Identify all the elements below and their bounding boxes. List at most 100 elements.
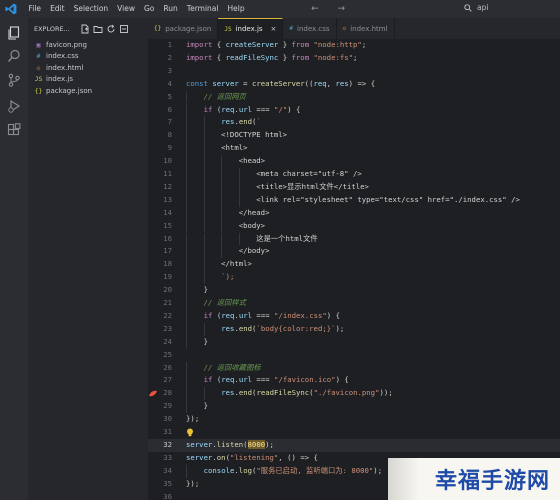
code-line[interactable]: 7 res.end(` [148, 116, 560, 130]
file-name: index.html [46, 63, 84, 72]
command-search[interactable]: api [464, 3, 488, 12]
code-line[interactable]: 13 <link rel="stylesheet" type="text/css… [148, 193, 560, 207]
code-line[interactable]: 24 } [148, 335, 560, 349]
code-text: <link rel="stylesheet" type="text/css" h… [186, 194, 520, 204]
code-line[interactable]: 9 <html> [148, 142, 560, 156]
explorer-header: EXPLORE... [28, 18, 148, 39]
file-item[interactable]: {} package.json [28, 85, 148, 97]
file-item[interactable]: ▣ favicon.png [28, 39, 148, 51]
code-text: }); [186, 478, 200, 488]
line-number: 6 [167, 104, 172, 114]
line-number: 21 [163, 298, 172, 307]
menu-terminal[interactable]: Terminal [182, 0, 223, 18]
code-text: if (req.url === "/") { [203, 104, 301, 114]
code-line[interactable]: 16 这是一个html文件 [148, 232, 560, 246]
code-line[interactable]: 28 res.end(readFileSync("./favicon.png")… [148, 387, 560, 401]
new-folder-icon[interactable] [93, 24, 103, 34]
tab-package-json[interactable]: {} package.json [148, 18, 219, 39]
code-text: console.log("服务已启动, 监听端口为: 8000"); [203, 465, 383, 475]
code-line[interactable]: 27 if (req.url === "/favicon.ico") { [148, 374, 560, 388]
file-name: index.css [46, 52, 79, 61]
code-line[interactable]: 22 if (req.url === "/index.css") { [148, 309, 560, 323]
code-line[interactable]: 4 const server = createServer((req, res) … [148, 78, 560, 91]
line-number: 17 [163, 246, 172, 256]
menu-run[interactable]: Run [159, 0, 182, 18]
tab-index-css[interactable]: # index.css [283, 18, 337, 39]
menu-view[interactable]: View [113, 0, 140, 18]
code-line[interactable]: 1 import { createServer } from "node:http… [148, 39, 560, 52]
code-text: res.end(` [221, 117, 261, 127]
code-line[interactable]: 32 server.listen(8000); [148, 438, 560, 452]
line-number: 15 [163, 220, 172, 230]
line-number: 2 [167, 52, 172, 62]
line-number: 12 [163, 181, 172, 191]
source-control-icon[interactable] [7, 73, 21, 87]
line-number: 27 [163, 375, 172, 385]
lightbulb-icon[interactable] [186, 428, 194, 437]
run-debug-icon[interactable] [7, 99, 21, 113]
menu-go[interactable]: Go [139, 0, 158, 18]
menu-file[interactable]: File [24, 0, 46, 18]
new-file-icon[interactable] [80, 24, 90, 34]
line-number: 35 [163, 478, 172, 488]
line-number: 26 [163, 362, 172, 372]
code-text: <title>显示html文件</title> [186, 181, 369, 191]
code-text: <meta charset="utf-8" /> [186, 169, 362, 178]
code-line[interactable]: 2 import { readFileSync } from "node:fs"; [148, 52, 560, 65]
code-text: </html> [186, 259, 252, 269]
line-number: 16 [163, 233, 172, 243]
code-text: <body> [186, 220, 266, 230]
code-line[interactable]: 29 } [148, 400, 560, 414]
search-icon[interactable] [7, 49, 21, 63]
code-line[interactable]: 3 [148, 65, 560, 78]
tab-label: index.css [297, 24, 330, 33]
code-line[interactable]: 23 res.end(`body{color:red;}`); [148, 322, 560, 336]
file-item[interactable]: # index.css [28, 51, 148, 63]
code-line[interactable]: 17 </body> [148, 245, 560, 259]
line-number: 13 [163, 194, 172, 204]
file-type-icon: {} [34, 86, 43, 95]
tab-index-js[interactable]: JS index.js × [218, 18, 284, 39]
code-text: const server = createServer((req, res) =… [186, 78, 376, 88]
file-name: package.json [46, 86, 93, 95]
code-text: <html> [186, 143, 248, 153]
extensions-icon[interactable] [7, 123, 21, 137]
code-line[interactable]: 31 [148, 426, 560, 439]
code-line[interactable]: 25 [148, 349, 560, 362]
close-tab-icon[interactable]: × [271, 25, 277, 33]
code-line[interactable]: 14 </head> [148, 206, 560, 220]
code-text: res.end(readFileSync("./favicon.png")); [221, 388, 393, 398]
tab-label: index.js [235, 25, 263, 33]
code-line[interactable]: 21 // 返回样式 [148, 297, 560, 310]
code-line[interactable]: 20 } [148, 284, 560, 297]
menu-selection[interactable]: Selection [69, 0, 113, 18]
code-line[interactable]: 19 `); [148, 271, 560, 285]
file-type-icon: JS [224, 25, 232, 33]
code-line[interactable]: 18 </html> [148, 258, 560, 272]
menu-help[interactable]: Help [223, 0, 249, 18]
explorer-icon[interactable] [7, 26, 21, 40]
code-line[interactable]: 6 if (req.url === "/") { [148, 103, 560, 117]
code-line[interactable]: 26 // 返回收藏图标 [148, 361, 560, 375]
code-line[interactable]: 30}); [148, 413, 560, 426]
code-line[interactable]: 15 <body> [148, 219, 560, 233]
file-item[interactable]: JS index.js [28, 74, 148, 86]
code-editor[interactable]: 1 import { createServer } from "node:http… [148, 39, 560, 500]
code-line[interactable]: 11 <meta charset="utf-8" /> [148, 168, 560, 181]
file-item[interactable]: ◇ index.html [28, 62, 148, 74]
code-line[interactable]: 10 <head> [148, 155, 560, 168]
breakpoint-icon[interactable] [148, 389, 158, 399]
nav-arrows[interactable]: ← → [311, 4, 353, 14]
code-text: <head> [186, 156, 266, 166]
code-text: </body> [186, 246, 270, 256]
code-line[interactable]: 5 // 返回网页 [148, 90, 560, 104]
collapse-all-icon[interactable] [119, 24, 129, 34]
tab-index-html[interactable]: ◇ index.html [337, 18, 395, 39]
tab-label: package.json [165, 24, 212, 33]
line-number: 1 [167, 40, 172, 49]
code-line[interactable]: 8 <!DOCTYPE html> [148, 129, 560, 143]
line-number: 33 [163, 452, 172, 462]
refresh-icon[interactable] [106, 24, 116, 34]
code-line[interactable]: 12 <title>显示html文件</title> [148, 180, 560, 194]
menu-edit[interactable]: Edit [46, 0, 70, 18]
